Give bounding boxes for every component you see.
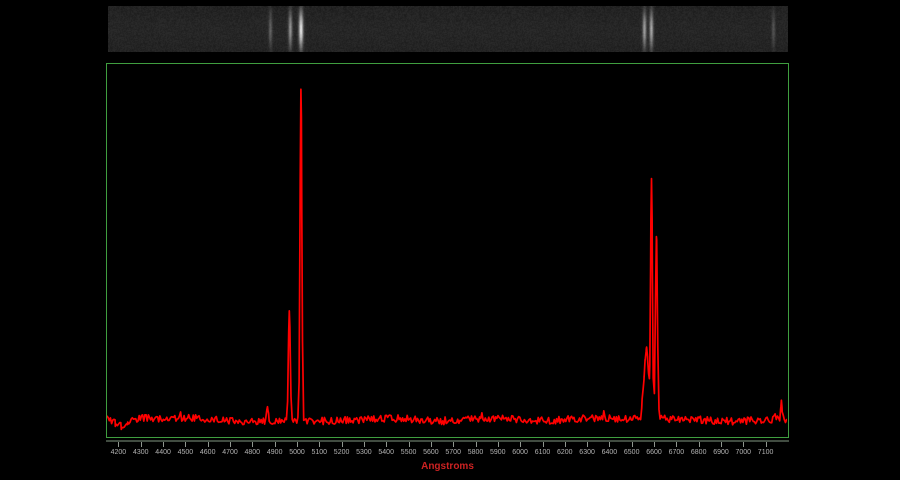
x-tick [118, 442, 119, 447]
x-tick [252, 442, 253, 447]
x-tick [654, 442, 655, 447]
x-tick [409, 442, 410, 447]
x-tick [230, 442, 231, 447]
spectrum-plot-frame [106, 63, 789, 438]
x-tick-label: 7100 [753, 448, 779, 457]
spectrum-strip-image[interactable] [108, 6, 788, 52]
x-tick [163, 442, 164, 447]
x-tick [543, 442, 544, 447]
x-tick [297, 442, 298, 447]
x-tick [141, 442, 142, 447]
spectrum-trace [107, 89, 787, 429]
x-tick [565, 442, 566, 447]
x-tick [275, 442, 276, 447]
x-tick [185, 442, 186, 447]
x-tick [386, 442, 387, 447]
x-tick [319, 442, 320, 447]
x-tick [453, 442, 454, 447]
x-tick [743, 442, 744, 447]
x-tick [609, 442, 610, 447]
x-tick [342, 442, 343, 447]
x-tick [208, 442, 209, 447]
x-tick [632, 442, 633, 447]
x-tick [676, 442, 677, 447]
x-tick [766, 442, 767, 447]
spectrum-plot-area[interactable] [107, 64, 787, 436]
x-tick [520, 442, 521, 447]
x-tick [431, 442, 432, 447]
x-tick [721, 442, 722, 447]
x-axis-title: Angstroms [106, 461, 789, 472]
x-tick [699, 442, 700, 447]
x-tick [498, 442, 499, 447]
x-tick [476, 442, 477, 447]
x-tick [364, 442, 365, 447]
x-tick [587, 442, 588, 447]
